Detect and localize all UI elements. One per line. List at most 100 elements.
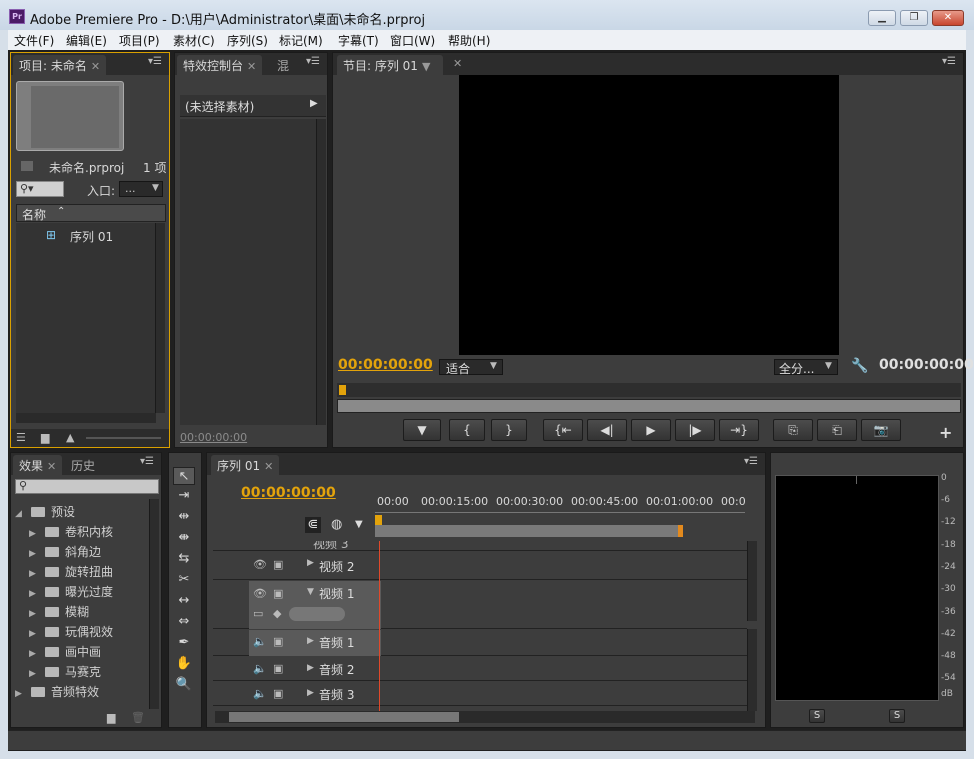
lock-icon[interactable]: ▣ (273, 662, 283, 675)
add-button-icon[interactable]: + (939, 423, 952, 442)
zoom-tool-icon[interactable]: 🔍 (173, 676, 195, 694)
zoom-out-icon[interactable]: ▲ (66, 431, 74, 444)
close-tab-icon[interactable]: ✕ (247, 60, 256, 73)
keyframe-icon[interactable]: ◆ (273, 607, 281, 620)
chevron-down-icon[interactable]: ▼ (422, 60, 430, 73)
playhead-marker[interactable] (339, 385, 346, 395)
track-video-2[interactable]: 👁 ▣ ▶ 视频 2 (213, 552, 747, 580)
timeline-playhead-marker[interactable] (375, 515, 382, 525)
menu-project[interactable]: 项目(P) (119, 32, 160, 49)
tree-item[interactable]: ▶ 模糊 (29, 603, 89, 623)
panel-menu-icon[interactable]: ▾☰ (941, 57, 957, 69)
work-area-bar[interactable] (375, 525, 679, 537)
tab-effects[interactable]: 效果 ✕ (13, 455, 63, 475)
timeline-scrollbar-h[interactable] (215, 711, 755, 723)
timeline-ruler[interactable]: 00:00 00:00:15:00 00:00:30:00 00:00:45:0… (375, 493, 745, 513)
tree-item-audio-effects[interactable]: ▶ 音频特效 (15, 683, 99, 703)
project-scrollbar-h[interactable] (16, 413, 156, 423)
extract-button[interactable]: ⎗ (817, 419, 857, 441)
snap-icon[interactable]: ⋐ (305, 517, 321, 533)
menu-title[interactable]: 字幕(T) (338, 32, 379, 49)
close-icon[interactable]: ✕ (932, 10, 964, 26)
lift-button[interactable]: ⎘ (773, 419, 813, 441)
speaker-icon[interactable]: 🔈 (253, 687, 267, 700)
rate-stretch-tool-icon[interactable]: ⇆ (173, 550, 195, 568)
solo-left-button[interactable]: S (809, 709, 825, 723)
selection-tool-icon[interactable]: ↖ (173, 467, 195, 485)
add-marker-icon[interactable]: ▼ (355, 519, 363, 530)
menu-marker[interactable]: 标记(M) (279, 32, 323, 49)
column-header-name[interactable]: 名称 ⌃ (16, 204, 166, 222)
close-tab-icon[interactable]: ✕ (264, 460, 273, 473)
effects-search-input[interactable]: ⚲ (15, 479, 159, 494)
solo-right-button[interactable]: S (889, 709, 905, 723)
audio-tracks-scrollbar[interactable] (747, 629, 757, 711)
tab-history[interactable]: 历史 (65, 455, 102, 475)
tab-effect-controls[interactable]: 特效控制台 ✕ (177, 55, 263, 75)
zoom-slider[interactable] (86, 437, 161, 439)
close-tab-icon[interactable]: ✕ (453, 57, 462, 70)
search-input[interactable]: ⚲▾ (16, 181, 64, 197)
play-arrow-icon[interactable]: ▶ (310, 98, 318, 109)
lock-icon[interactable]: ▣ (273, 587, 283, 600)
effect-controls-timecode[interactable]: 00:00:00:00 (180, 431, 247, 444)
track-select-tool-icon[interactable]: ⇥ (173, 487, 195, 505)
menu-clip[interactable]: 素材(C) (173, 32, 215, 49)
track-audio-2[interactable]: 🔈 ▣ ▶ 音频 2 (213, 657, 747, 681)
close-tab-icon[interactable]: ✕ (47, 460, 56, 473)
program-playhead-timecode[interactable]: 00:00:00:00 (338, 357, 433, 373)
trash-icon[interactable]: 🗑 (131, 711, 145, 724)
program-zoom-bar[interactable] (337, 399, 961, 413)
slide-tool-icon[interactable]: ⇔ (173, 613, 195, 631)
entry-dropdown[interactable]: ... ▼ (119, 181, 163, 197)
project-scrollbar-v[interactable] (155, 223, 165, 413)
ripple-edit-tool-icon[interactable]: ⇹ (173, 508, 195, 526)
step-back-button[interactable]: ◀| (587, 419, 627, 441)
icon-view-icon[interactable]: ▆ (41, 431, 49, 444)
fit-dropdown[interactable]: 适合 ▼ (439, 359, 503, 376)
list-view-icon[interactable]: ☰ (16, 431, 26, 444)
menu-sequence[interactable]: 序列(S) (227, 32, 268, 49)
keyframe-navigator[interactable] (289, 607, 345, 621)
triangle-right-icon[interactable]: ▶ (307, 688, 314, 698)
tree-item[interactable]: ▶ 旋转扭曲 (29, 563, 113, 583)
tree-item[interactable]: ▶ 马赛克 (29, 663, 101, 683)
play-button[interactable]: ▶ (631, 419, 671, 441)
playhead-line[interactable] (379, 541, 380, 711)
lock-icon[interactable]: ▣ (273, 635, 283, 648)
effect-controls-scrollbar[interactable] (316, 119, 326, 425)
lock-icon[interactable]: ▣ (273, 558, 283, 571)
close-tab-icon[interactable]: ✕ (91, 60, 100, 73)
panel-menu-icon[interactable]: ▾☰ (305, 57, 321, 69)
menu-help[interactable]: 帮助(H) (448, 32, 490, 49)
wrench-icon[interactable]: 🔧 (851, 358, 868, 374)
eye-icon[interactable]: 👁 (253, 587, 267, 600)
tab-sequence[interactable]: 序列 01 ✕ (211, 455, 280, 475)
tree-item[interactable]: ▶ 玩偶视效 (29, 623, 113, 643)
go-to-in-button[interactable]: {⇤ (543, 419, 583, 441)
tree-item[interactable]: ▶ 曝光过度 (29, 583, 113, 603)
timeline-scroll-thumb[interactable] (229, 712, 459, 722)
display-style-icon[interactable]: ▭ (253, 607, 263, 620)
add-marker-button[interactable]: ▼ (403, 419, 441, 441)
menu-file[interactable]: 文件(F) (14, 32, 54, 49)
quality-dropdown[interactable]: 全分... ▼ (774, 359, 838, 376)
effects-scrollbar[interactable] (149, 499, 159, 709)
restore-icon[interactable]: ❐ (900, 10, 928, 26)
tree-item[interactable]: ▶ 卷积内核 (29, 523, 113, 543)
step-forward-button[interactable]: |▶ (675, 419, 715, 441)
tree-item[interactable]: ▶ 画中画 (29, 643, 101, 663)
minimize-icon[interactable]: ▁ (868, 10, 896, 26)
program-mini-ruler[interactable] (337, 383, 961, 397)
video-tracks-scrollbar[interactable] (747, 541, 757, 621)
go-to-out-button[interactable]: ⇥} (719, 419, 759, 441)
track-video-3[interactable]: 视频 3 (213, 541, 747, 551)
export-frame-button[interactable]: 📷 (861, 419, 901, 441)
razor-tool-icon[interactable]: ✂ (173, 571, 195, 589)
menu-window[interactable]: 窗口(W) (390, 32, 435, 49)
mark-out-button[interactable]: } (491, 419, 527, 441)
timeline-timecode[interactable]: 00:00:00:00 (241, 485, 336, 501)
slip-tool-icon[interactable]: ↔ (173, 592, 195, 610)
tree-item[interactable]: ▶ 斜角边 (29, 543, 101, 563)
speaker-icon[interactable]: 🔈 (253, 635, 267, 648)
